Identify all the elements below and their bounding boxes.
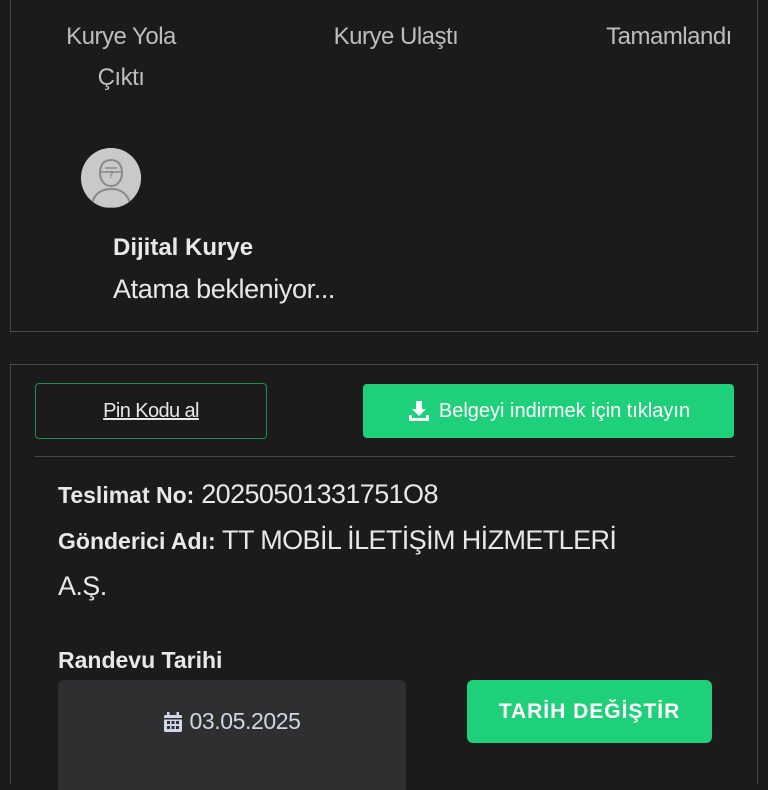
change-date-button[interactable]: TARİH DEĞİŞTİR [467,680,712,743]
svg-text:?: ? [109,171,114,181]
sender-name-label: Gönderici Adı [58,528,208,554]
appointment-date-value: 03.05.2025 [189,708,301,734]
step-courier-arrived: Kurye Ulaştı [333,23,459,50]
appointment-date-field[interactable]: 03.05.2025 [58,680,406,790]
step-courier-departed: Kurye Yola Çıktı [66,23,176,91]
appointment-date-label: Randevu Tarihi [58,647,223,673]
delivery-details-card: Pin Kodu al Belgeyi indirmek için tıklay… [10,364,758,790]
courier-name: Dijital Kurye [113,234,254,261]
tracking-number-value: 20250501331751O8 [201,479,438,509]
sender-name-continued: A.Ş. [58,571,107,601]
delivery-status-card: Kurye Yola Çıktı Kurye Ulaştı Tamamlandı… [10,0,758,332]
sender-name-row: Gönderici Adı: TT MOBİL İLETİŞİM HİZMETL… [58,525,617,555]
sender-name-value: TT MOBİL İLETİŞİM HİZMETLERİ [222,525,617,555]
tracking-number-label: Teslimat No [58,482,187,508]
section-divider [35,456,735,457]
tracking-number-row: Teslimat No: 20250501331751O8 [58,479,438,509]
download-label: Belgeyi indirmek için tıklayın [438,399,691,422]
get-pin-code-button[interactable]: Pin Kodu al [35,383,267,439]
courier-avatar-icon: ? [81,148,141,208]
download-document-button[interactable]: Belgeyi indirmek için tıklayın [363,384,734,438]
download-icon [407,399,431,423]
courier-status: Atama bekleniyor... [113,274,336,304]
calendar-icon [163,711,183,733]
step-completed: Tamamlandı [606,23,732,50]
